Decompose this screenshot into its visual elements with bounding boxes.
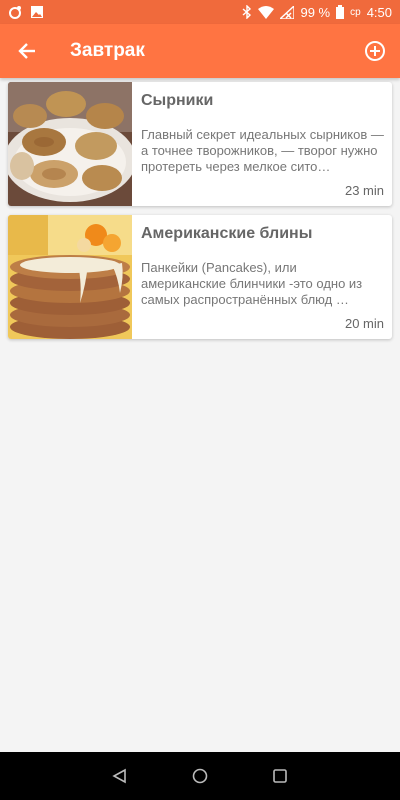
recipe-list: Сырники Главный секрет идеальных сырнико… (8, 82, 392, 348)
arrow-back-icon (18, 43, 35, 59)
navigation-bar (0, 752, 400, 800)
add-recipe-button[interactable] (350, 24, 400, 78)
recipe-title: Сырники (141, 92, 214, 109)
recipe-title: Американские блины (141, 225, 313, 242)
recipe-cook-time: 20 min (344, 316, 384, 331)
recipe-card-body: Сырники Главный секрет идеальных сырнико… (132, 82, 392, 206)
nav-recents-button[interactable] (260, 756, 300, 796)
recipe-card-body: Американские блины Панкейки (Pancakes), … (132, 215, 392, 339)
recipe-cook-time: 23 min (344, 183, 384, 198)
system-status-icons: 99 % ср 4:50 (242, 5, 392, 20)
image-notification-icon (31, 6, 43, 18)
recipe-card-syrniki[interactable]: Сырники Главный секрет идеальных сырнико… (8, 82, 392, 206)
status-time: 4:50 (366, 4, 392, 20)
triangle-back-icon (112, 768, 126, 784)
wifi-icon (258, 5, 275, 19)
battery-icon (336, 5, 345, 19)
recipe-card-pancakes[interactable]: Американские блины Панкейки (Pancakes), … (8, 215, 392, 339)
status-day: ср (350, 6, 361, 18)
square-recents-icon (273, 769, 287, 783)
nav-back-button[interactable] (100, 756, 140, 796)
app-bar: Завтрак (0, 24, 400, 78)
circle-home-icon (192, 768, 208, 784)
add-circle-icon (365, 41, 385, 61)
syrniki-photo (8, 82, 132, 206)
recipe-description: Главный секрет идеальных сырников — а то… (141, 127, 384, 174)
no-signal-icon (280, 5, 295, 19)
bluetooth-icon (243, 5, 252, 19)
app-notification-icon (9, 6, 21, 19)
back-button[interactable] (0, 24, 54, 78)
recipe-description: Панкейки (Pancakes), или американские бл… (141, 260, 363, 307)
status-bar: 99 % ср 4:50 (0, 0, 400, 24)
page-title: Завтрак (70, 40, 145, 61)
pancakes-photo (8, 215, 132, 339)
nav-home-button[interactable] (180, 756, 220, 796)
notification-icons (8, 5, 44, 19)
battery-percent: 99 % (300, 4, 331, 20)
